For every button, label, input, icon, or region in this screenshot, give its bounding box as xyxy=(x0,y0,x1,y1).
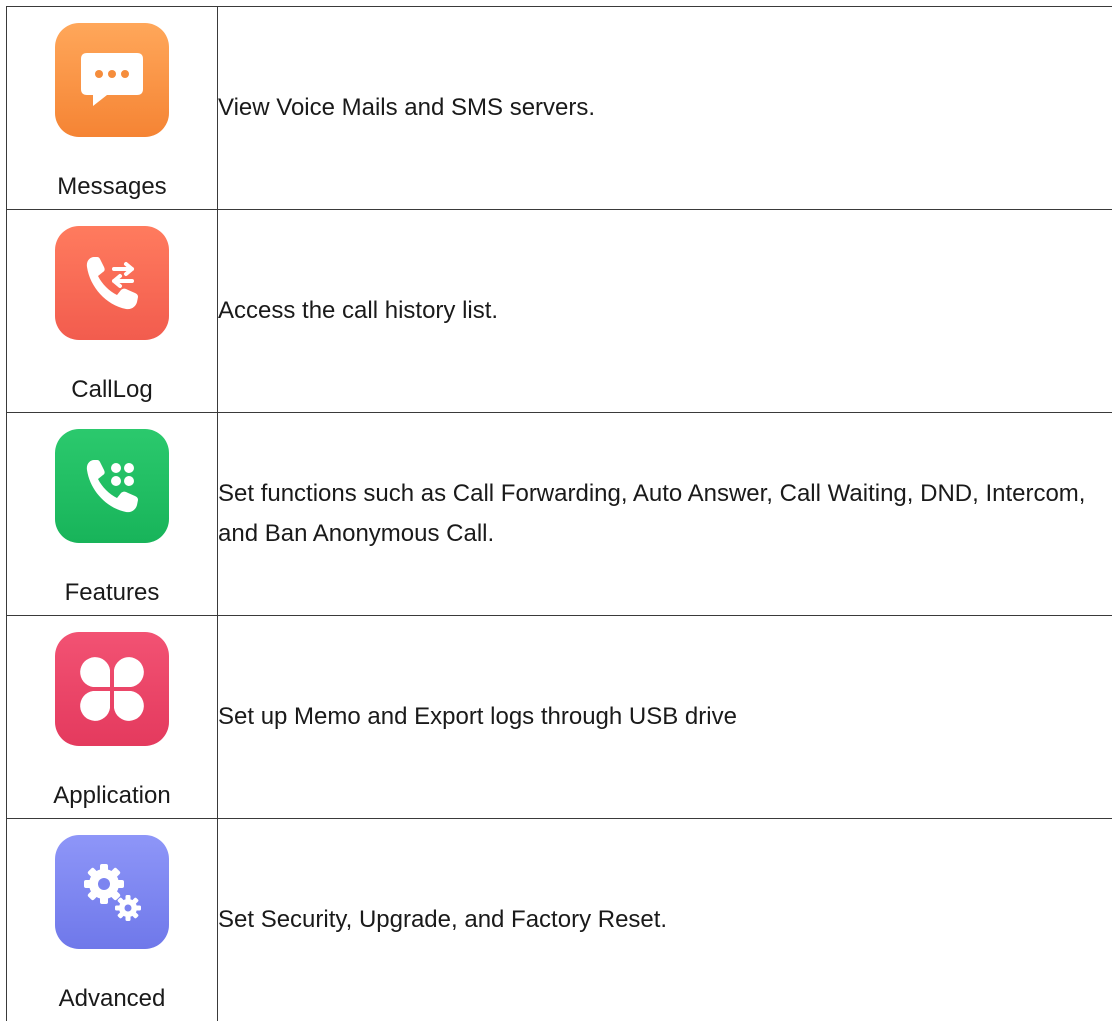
table-row: CallLog Access the call history list. xyxy=(7,210,1112,413)
table-row: Messages View Voice Mails and SMS server… xyxy=(7,7,1112,210)
message-bubble-icon xyxy=(55,23,169,137)
row-label: CallLog xyxy=(7,376,217,404)
table-row: Features Set functions such as Call Forw… xyxy=(7,413,1112,616)
row-label: Advanced xyxy=(7,985,217,1013)
icon-cell: Messages xyxy=(7,7,218,210)
table-row: Application Set up Memo and Export logs … xyxy=(7,616,1112,819)
icon-cell: Application xyxy=(7,616,218,819)
row-label: Application xyxy=(7,782,217,810)
row-label: Messages xyxy=(7,173,217,201)
table-row: Advanced Set Security, Upgrade, and Fact… xyxy=(7,819,1112,1021)
icon-cell: Advanced xyxy=(7,819,218,1021)
icon-cell: CallLog xyxy=(7,210,218,413)
row-label: Features xyxy=(7,579,217,607)
phone-features-icon xyxy=(55,429,169,543)
feature-table-wrapper: Messages View Voice Mails and SMS server… xyxy=(6,6,1112,1021)
row-description: Set Security, Upgrade, and Factory Reset… xyxy=(218,819,1112,1021)
call-log-icon xyxy=(55,226,169,340)
icon-cell: Features xyxy=(7,413,218,616)
row-description: Set up Memo and Export logs through USB … xyxy=(218,616,1112,819)
row-description: Set functions such as Call Forwarding, A… xyxy=(218,413,1112,616)
gears-icon xyxy=(55,835,169,949)
row-description: View Voice Mails and SMS servers. xyxy=(218,7,1112,210)
row-description: Access the call history list. xyxy=(218,210,1112,413)
feature-table: Messages View Voice Mails and SMS server… xyxy=(6,6,1112,1021)
application-clover-icon xyxy=(55,632,169,746)
